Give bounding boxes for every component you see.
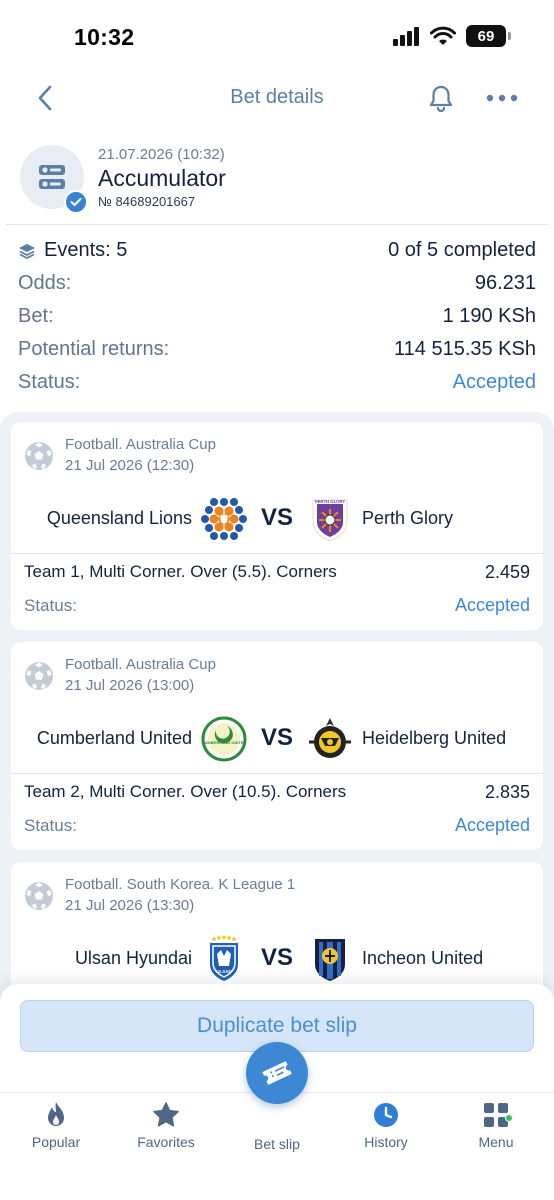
tab-label: Favorites: [137, 1134, 195, 1150]
event-date: 21 Jul 2026 (13:00): [65, 677, 195, 694]
bet-detail-rows: Events: 5 0 of 5 completed Odds: 96.231 …: [18, 234, 536, 399]
bet-odds: 2.835: [484, 782, 530, 802]
bet-market: Team 2, Multi Corner. Over (10.5). Corne…: [24, 782, 347, 801]
more-options-button[interactable]: [484, 80, 520, 116]
wifi-icon: [430, 26, 456, 45]
event-league: Football. Australia Cup: [65, 656, 216, 673]
versus-label: VS: [261, 724, 294, 751]
notification-dot: [505, 1114, 513, 1122]
events-list[interactable]: Football. Australia Cup 21 Jul 2026 (12:…: [0, 412, 554, 1052]
event-league: Football. Australia Cup: [65, 436, 216, 453]
ticket-icon: [262, 1061, 292, 1085]
football-icon: [25, 662, 53, 690]
tab-popular[interactable]: Popular: [1, 1094, 111, 1164]
bottom-panel: Duplicate bet slip Popular Favorites His…: [0, 984, 554, 1200]
flame-icon: [48, 1102, 64, 1126]
returns-label: Potential returns:: [18, 338, 170, 360]
event-card[interactable]: Football. Australia Cup 21 Jul 2026 (12:…: [11, 422, 543, 630]
top-header: Bet details: [0, 70, 554, 126]
cumberland-united-logo-icon: CUMBERLAND UNITED: [201, 716, 247, 762]
bet-type: Accumulator: [98, 165, 226, 191]
status-bar: 10:32 69: [0, 0, 554, 70]
status-label: Status:: [18, 371, 81, 393]
bet-status-label: Status:: [24, 596, 77, 615]
layers-icon: [19, 243, 35, 259]
odds-row: Odds: 96.231: [18, 267, 536, 300]
perth-glory-logo-text: PERTH GLORY: [315, 499, 345, 504]
home-team-name: Ulsan Hyundai: [74, 948, 192, 968]
stake-value: 1 190 KSh: [442, 305, 536, 327]
bet-status-value: Accepted: [454, 595, 530, 615]
events-completed: 0 of 5 completed: [388, 239, 536, 261]
divider: [6, 224, 548, 225]
bet-number: № 84689201667: [98, 194, 196, 209]
tab-label: Bet slip: [254, 1136, 300, 1152]
event-date: 21 Jul 2026 (13:30): [65, 897, 195, 914]
divider: [11, 773, 543, 774]
stake-row: Bet: 1 190 KSh: [18, 300, 536, 333]
tab-label: Popular: [31, 1134, 81, 1150]
ulsan-logo-text: ULSAN: [216, 969, 232, 974]
perth-glory-logo-icon: PERTH GLORY: [312, 499, 348, 542]
home-team-name: Cumberland United: [36, 728, 192, 748]
event-date: 21 Jul 2026 (12:30): [65, 457, 195, 474]
toggles-icon: [39, 165, 65, 189]
tab-menu[interactable]: Menu: [441, 1094, 551, 1164]
versus-label: VS: [261, 944, 294, 971]
tab-bet-slip[interactable]: [246, 1042, 308, 1104]
bet-status-value: Accepted: [454, 815, 530, 835]
odds-label: Odds:: [18, 272, 72, 294]
tab-label: Menu: [478, 1134, 514, 1150]
status-row: Status: Accepted: [18, 366, 536, 399]
incheon-united-logo-icon: [315, 939, 345, 981]
bet-date: 21.07.2026 (10:32): [98, 146, 225, 163]
battery-icon: 69: [466, 25, 511, 47]
away-team-name: Heidelberg United: [362, 728, 507, 748]
tab-label: History: [364, 1134, 408, 1150]
versus-label: VS: [261, 504, 294, 531]
stake-label: Bet:: [18, 305, 54, 327]
queensland-lions-logo-icon: [201, 498, 247, 540]
status-value: Accepted: [452, 371, 536, 393]
cumberland-logo-text: CUMBERLAND UNITED: [202, 740, 247, 745]
odds-value: 96.231: [474, 272, 536, 294]
bell-icon: [429, 85, 453, 112]
events-count: Events: 5: [44, 239, 128, 261]
ulsan-hyundai-logo-icon: ULSAN: [210, 936, 238, 981]
away-team-name: Incheon United: [362, 948, 484, 968]
page-title: Bet details: [230, 86, 324, 108]
event-card[interactable]: Football. Australia Cup 21 Jul 2026 (13:…: [11, 642, 543, 850]
more-dots-icon: [486, 94, 518, 102]
status-indicators: 69: [392, 25, 511, 47]
status-time: 10:32: [74, 24, 135, 50]
notifications-button[interactable]: [424, 80, 458, 116]
divider: [11, 553, 543, 554]
event-matchup: Ulsan Hyundai ULSAN VS Incheon United: [11, 936, 543, 982]
verified-check-icon: [64, 190, 88, 214]
returns-row: Potential returns: 114 515.35 KSh: [18, 333, 536, 366]
football-icon: [25, 882, 53, 910]
returns-value: 114 515.35 KSh: [394, 338, 536, 360]
bet-odds: 2.459: [484, 562, 530, 582]
clock-icon: [374, 1103, 398, 1127]
event-matchup: Queensland Lions VS PERTH GLORY Perth Gl…: [11, 496, 543, 542]
heidelberg-united-logo-icon: [309, 718, 351, 758]
star-icon: [153, 1102, 179, 1127]
signal-icon: [393, 27, 419, 46]
bottom-tab-bar: Popular Favorites History Menu: [0, 1094, 554, 1164]
events-row: Events: 5 0 of 5 completed: [18, 234, 536, 267]
event-matchup: Cumberland United CUMBERLAND UNITED VS H…: [11, 716, 543, 762]
tab-favorites[interactable]: Favorites: [111, 1094, 221, 1164]
bet-status-label: Status:: [24, 816, 77, 835]
event-league: Football. South Korea. K League 1: [65, 876, 296, 893]
football-icon: [25, 442, 53, 470]
tab-history[interactable]: History: [331, 1094, 441, 1164]
away-team-name: Perth Glory: [362, 508, 454, 528]
home-team-name: Queensland Lions: [46, 508, 192, 528]
bet-market: Team 1, Multi Corner. Over (5.5). Corner…: [24, 562, 337, 581]
